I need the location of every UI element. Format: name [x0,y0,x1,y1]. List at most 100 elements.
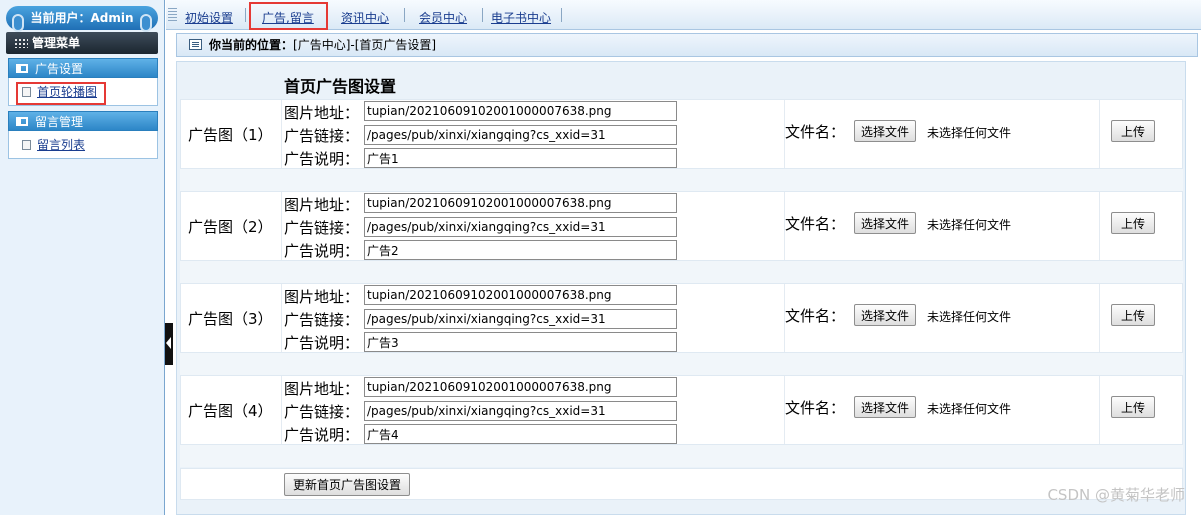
ad-description-label: 广告说明： [284,150,360,168]
menu-header: 管理菜单 [6,32,158,54]
breadcrumb: 你当前的位置：[广告中心]-[首页广告设置] [176,33,1198,57]
file-name-label: 文件名： [785,123,846,141]
choose-file-button[interactable]: 选择文件 [854,304,917,326]
ad-link-label: 广告链接： [284,219,360,237]
ring-decoration-icon [12,14,24,32]
row-separator [180,445,1183,467]
image-url-input[interactable] [364,285,677,305]
collapse-sidebar-handle[interactable] [165,323,173,365]
image-url-label: 图片地址： [284,104,360,122]
page-title: 首页广告图设置 [284,77,397,96]
section-body-messages: 留言列表 [8,131,158,159]
section-title: 广告设置 [35,62,84,76]
section-header-ad-settings[interactable]: 广告设置 [8,58,158,78]
highlight-annotation [16,82,106,105]
tab-news-center[interactable]: 资讯中心 [341,9,389,26]
highlight-annotation [249,2,328,30]
upload-button[interactable]: 上传 [1111,304,1155,326]
ad-description-input[interactable] [364,332,677,352]
sidebar-item-label: 留言列表 [37,138,86,152]
no-file-text: 未选择任何文件 [927,402,1012,416]
ad-label: 广告图（3） [188,310,273,328]
file-name-label: 文件名： [785,307,846,325]
ad-description-label: 广告说明： [284,242,360,260]
choose-file-button[interactable]: 选择文件 [854,212,917,234]
ad-block: 广告图（2） 图片地址： 广告链接： 广告说明： 文件名： 选择文件 未选择任何… [180,191,1183,261]
list-icon [189,39,202,50]
breadcrumb-label: 你当前的位置： [209,38,294,52]
ad-link-label: 广告链接： [284,311,360,329]
ad-description-input[interactable] [364,424,677,444]
menu-title: 管理菜单 [32,36,81,50]
image-url-input[interactable] [364,377,677,397]
grip-icon [168,8,177,22]
top-nav: 初始设置 广告,留言 资讯中心 会员中心 电子书中心 [166,0,1201,30]
tab-ebook-center[interactable]: 电子书中心 [491,9,551,26]
image-url-label: 图片地址： [284,288,360,306]
ad-description-input[interactable] [364,240,677,260]
nav-divider [482,8,483,22]
panel-icon [16,117,28,126]
sidebar-item-message-list[interactable]: 留言列表 [19,137,85,153]
ad-block: 广告图（3） 图片地址： 广告链接： 广告说明： 文件名： 选择文件 未选择任何… [180,283,1183,353]
ad-link-input[interactable] [364,401,677,421]
section-header-messages[interactable]: 留言管理 [8,111,158,131]
column-divider [281,192,282,260]
ad-label: 广告图（2） [188,218,273,236]
image-url-input[interactable] [364,193,677,213]
upload-button[interactable]: 上传 [1111,396,1155,418]
ad-label: 广告图（1） [188,126,273,144]
nav-divider [404,8,405,22]
row-separator [180,169,1183,191]
ad-link-input[interactable] [364,217,677,237]
ad-description-input[interactable] [364,148,677,168]
document-icon [22,140,31,150]
ad-description-label: 广告说明： [284,334,360,352]
ad-link-input[interactable] [364,125,677,145]
section-title: 留言管理 [35,115,84,129]
panel-icon [16,64,28,73]
no-file-text: 未选择任何文件 [927,218,1012,232]
ad-label: 广告图（4） [188,402,273,420]
update-ads-button[interactable]: 更新首页广告图设置 [284,473,411,496]
choose-file-button[interactable]: 选择文件 [854,120,917,142]
ad-link-input[interactable] [364,309,677,329]
chevron-left-icon [166,337,171,349]
ad-block: 广告图（4） 图片地址： 广告链接： 广告说明： 文件名： 选择文件 未选择任何… [180,375,1183,445]
current-user-bar: 当前用户：Admin [6,6,158,32]
watermark: CSDN @黄菊华老师 [1047,486,1185,504]
image-url-label: 图片地址： [284,380,360,398]
upload-button[interactable]: 上传 [1111,212,1155,234]
image-url-input[interactable] [364,101,677,121]
ad-settings-panel: 首页广告图设置 广告图（1） 图片地址： 广告链接： 广告说明： 文件名： 选择… [176,61,1186,515]
column-divider [281,100,282,168]
ad-link-label: 广告链接： [284,403,360,421]
row-separator [180,261,1183,283]
row-separator [180,353,1183,375]
sidebar: 当前用户：Admin 管理菜单 广告设置 首页轮播图 留言管理 留言列表 [0,0,165,515]
file-name-label: 文件名： [785,215,846,233]
nav-divider [561,8,562,22]
current-user-label: 当前用户：Admin [30,11,134,25]
file-name-label: 文件名： [785,399,846,417]
column-divider [281,376,282,444]
no-file-text: 未选择任何文件 [927,126,1012,140]
ring-decoration-icon [140,14,152,32]
submit-row: 更新首页广告图设置 [180,468,1183,500]
tab-member-center[interactable]: 会员中心 [419,9,467,26]
grid-icon [14,38,28,48]
ad-link-label: 广告链接： [284,127,360,145]
choose-file-button[interactable]: 选择文件 [854,396,917,418]
ad-block: 广告图（1） 图片地址： 广告链接： 广告说明： 文件名： 选择文件 未选择任何… [180,99,1183,169]
column-divider [1099,100,1100,168]
column-divider [281,284,282,352]
image-url-label: 图片地址： [284,196,360,214]
ad-description-label: 广告说明： [284,426,360,444]
column-divider [1099,192,1100,260]
breadcrumb-path: [广告中心]-[首页广告设置] [293,38,437,52]
upload-button[interactable]: 上传 [1111,120,1155,142]
tab-initial-settings[interactable]: 初始设置 [185,9,233,26]
nav-divider [245,8,246,22]
column-divider [1099,284,1100,352]
column-divider [1099,376,1100,444]
